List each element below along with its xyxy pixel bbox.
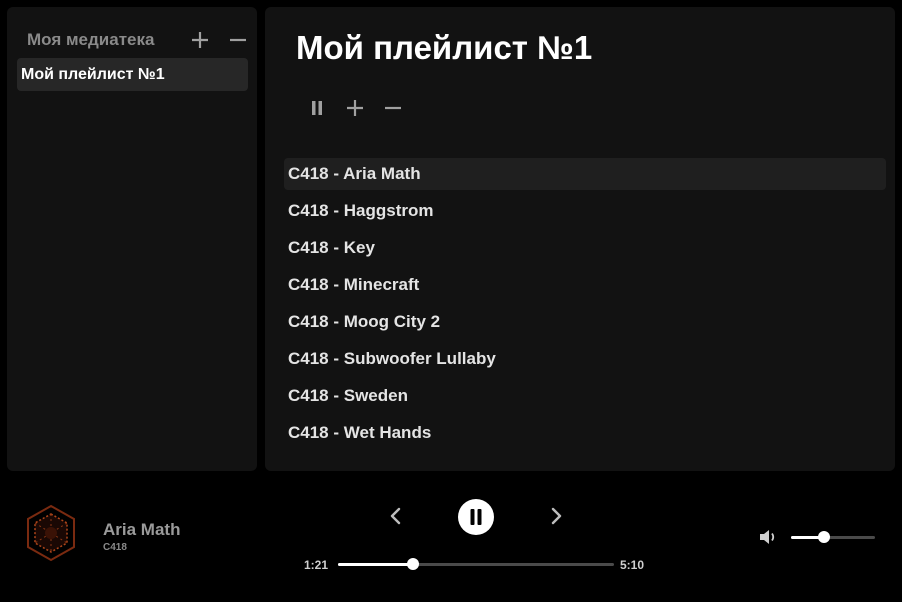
mute-button[interactable] [757, 526, 779, 548]
previous-button[interactable] [385, 505, 407, 527]
next-button[interactable] [545, 505, 567, 527]
remove-playlist-button[interactable] [227, 29, 249, 51]
volume-handle[interactable] [817, 531, 830, 543]
pause-icon [312, 101, 322, 115]
track-row[interactable]: C418 - Subwoofer Lullaby [284, 343, 886, 375]
track-list: C418 - Aria Math C418 - Haggstrom C418 -… [284, 158, 886, 454]
album-cover [18, 500, 84, 566]
track-row[interactable]: C418 - Sweden [284, 380, 886, 412]
progress-fill [338, 563, 413, 566]
volume-slider[interactable] [791, 531, 875, 543]
sidebar-item-playlist-1[interactable]: Мой плейлист №1 [17, 58, 248, 91]
track-row[interactable]: C418 - Moog City 2 [284, 306, 886, 338]
page-title: Мой плейлист №1 [296, 29, 593, 66]
current-time: 1:21 [304, 558, 329, 572]
plus-icon [192, 32, 208, 48]
track-row[interactable]: C418 - Minecraft [284, 269, 886, 301]
progress-handle[interactable] [406, 558, 419, 570]
minus-icon [385, 106, 401, 110]
library-header: Моя медиатека [27, 29, 249, 51]
now-playing-artist: C418 [103, 542, 127, 553]
add-track-button[interactable] [343, 96, 367, 120]
progress-slider[interactable] [338, 558, 614, 570]
playlist-toolbar [305, 96, 419, 120]
player-bar: Aria Math C418 1:21 5:10 [0, 478, 902, 602]
library-title: Моя медиатека [27, 30, 155, 49]
pause-icon [470, 509, 482, 525]
minus-icon [230, 38, 246, 42]
total-time: 5:10 [620, 558, 645, 572]
library-sidebar: Моя медиатека Мой плейлист №1 [7, 7, 257, 471]
sidebar-item-label: Мой плейлист №1 [21, 65, 165, 83]
prev-icon [390, 507, 401, 525]
plus-icon [347, 100, 363, 116]
music-app: Моя медиатека Мой плейлист №1 Мой плейли… [0, 0, 902, 602]
track-row[interactable]: C418 - Key [284, 232, 886, 264]
now-playing-title: Aria Math [103, 520, 181, 539]
track-row[interactable]: C418 - Aria Math [284, 158, 886, 190]
volume-icon [760, 530, 775, 544]
play-pause-button[interactable] [458, 499, 494, 535]
track-row[interactable]: C418 - Wet Hands [284, 417, 886, 449]
playlist-panel: Мой плейлист №1 C418 - Aria Math C418 - … [265, 7, 895, 471]
track-row[interactable]: C418 - Haggstrom [284, 195, 886, 227]
next-icon [551, 507, 562, 525]
remove-track-button[interactable] [381, 96, 405, 120]
add-playlist-button[interactable] [189, 29, 211, 51]
pause-playlist-button[interactable] [305, 96, 329, 120]
